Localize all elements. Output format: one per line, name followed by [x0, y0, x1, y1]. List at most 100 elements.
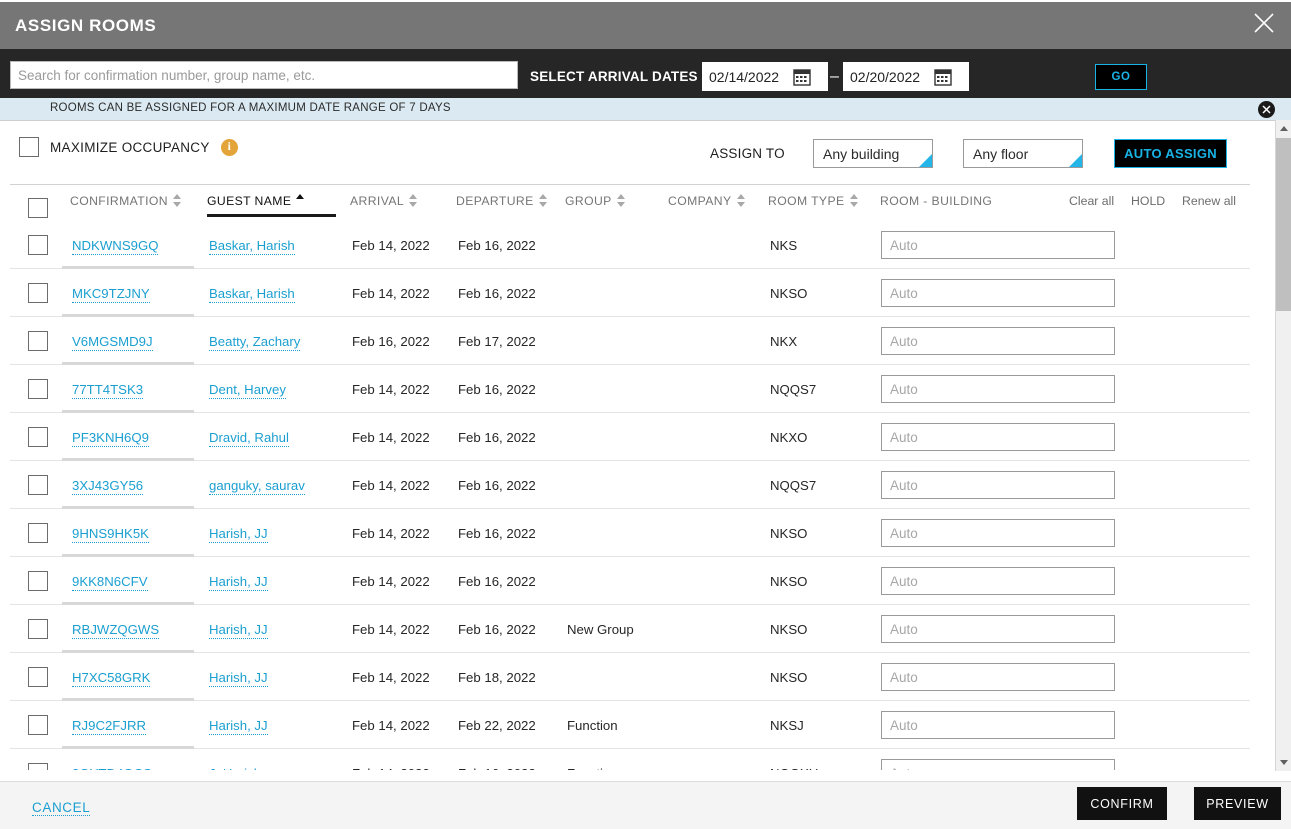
cell-confirmation[interactable]: 3QYTD4GCS	[72, 766, 152, 770]
row-select-checkbox[interactable]	[28, 379, 48, 399]
cell-confirmation[interactable]: MKC9TZJNY	[72, 286, 150, 301]
sort-toggle-icon[interactable]	[409, 194, 417, 207]
cell-confirmation[interactable]: H7XC58GRK	[72, 670, 150, 685]
column-header-departure[interactable]: DEPARTURE	[456, 194, 547, 208]
sort-toggle-icon[interactable]	[539, 194, 547, 207]
floor-select[interactable]: Any floor	[963, 139, 1083, 168]
search-input[interactable]	[10, 61, 518, 89]
cell-confirmation-link[interactable]: 3XJ43GY56	[72, 478, 143, 495]
cancel-button[interactable]: CANCEL	[32, 800, 90, 816]
cell-confirmation-link[interactable]: NDKWNS9GQ	[72, 238, 158, 255]
cell-guest-name[interactable]: Dent, Harvey	[209, 382, 286, 397]
cell-confirmation[interactable]: 77TT4TSK3	[72, 382, 143, 397]
scroll-down-arrow-icon[interactable]	[1276, 754, 1291, 771]
room-building-input[interactable]	[881, 711, 1115, 739]
cell-guest-name[interactable]: J, Harish	[209, 766, 261, 770]
cell-guest-name-link[interactable]: ganguky, saurav	[209, 478, 305, 495]
select-all-checkbox[interactable]	[28, 198, 48, 218]
room-building-input[interactable]	[881, 375, 1115, 403]
cell-guest-name[interactable]: Harish, JJ	[209, 670, 268, 685]
cell-guest-name[interactable]: Baskar, Harish	[209, 286, 295, 301]
room-building-input[interactable]	[881, 327, 1115, 355]
cell-confirmation-link[interactable]: V6MGSMD9J	[72, 334, 153, 351]
row-select-checkbox[interactable]	[28, 331, 48, 351]
cell-guest-name-link[interactable]: J, Harish	[209, 766, 261, 770]
cell-confirmation[interactable]: RJ9C2FJRR	[72, 718, 146, 733]
room-building-input[interactable]	[881, 567, 1115, 595]
cell-guest-name-link[interactable]: Harish, JJ	[209, 574, 268, 591]
room-building-input[interactable]	[881, 471, 1115, 499]
info-icon[interactable]: i	[221, 139, 238, 156]
sort-toggle-icon[interactable]	[617, 194, 625, 207]
row-select-checkbox[interactable]	[28, 427, 48, 447]
scrollbar-thumb[interactable]	[1276, 138, 1291, 311]
cell-guest-name-link[interactable]: Baskar, Harish	[209, 238, 295, 255]
cell-guest-name[interactable]: Harish, JJ	[209, 574, 268, 589]
row-select-checkbox[interactable]	[28, 619, 48, 639]
sort-toggle-icon[interactable]	[173, 194, 181, 207]
auto-assign-button[interactable]: AUTO ASSIGN	[1114, 139, 1227, 168]
cell-guest-name[interactable]: Harish, JJ	[209, 526, 268, 541]
room-building-input[interactable]	[881, 663, 1115, 691]
cell-guest-name[interactable]: ganguky, saurav	[209, 478, 305, 493]
cell-confirmation-link[interactable]: 9HNS9HK5K	[72, 526, 149, 543]
cell-confirmation[interactable]: 3XJ43GY56	[72, 478, 143, 493]
cell-confirmation[interactable]: V6MGSMD9J	[72, 334, 153, 349]
vertical-scrollbar[interactable]	[1275, 120, 1291, 771]
row-select-checkbox[interactable]	[28, 763, 48, 770]
room-building-input[interactable]	[881, 759, 1115, 770]
confirm-button[interactable]: CONFIRM	[1077, 787, 1167, 820]
column-header-group[interactable]: GROUP	[565, 194, 625, 208]
row-select-checkbox[interactable]	[28, 283, 48, 303]
cell-guest-name-link[interactable]: Harish, JJ	[209, 718, 268, 735]
cell-confirmation-link[interactable]: 3QYTD4GCS	[72, 766, 152, 770]
row-select-checkbox[interactable]	[28, 667, 48, 687]
notice-close-icon[interactable]	[1258, 101, 1275, 118]
cell-guest-name-link[interactable]: Harish, JJ	[209, 622, 268, 639]
cell-confirmation-link[interactable]: RBJWZQGWS	[72, 622, 159, 639]
cell-confirmation-link[interactable]: PF3KNH6Q9	[72, 430, 149, 447]
calendar-icon[interactable]	[793, 68, 811, 86]
header-action-clear-all[interactable]: Clear all	[1069, 194, 1114, 208]
room-building-input[interactable]	[881, 615, 1115, 643]
scroll-up-arrow-icon[interactable]	[1276, 120, 1291, 137]
header-action-renew-all[interactable]: Renew all	[1182, 194, 1236, 208]
cell-confirmation[interactable]: 9HNS9HK5K	[72, 526, 149, 541]
cell-guest-name-link[interactable]: Dent, Harvey	[209, 382, 286, 399]
column-header-confirmation[interactable]: CONFIRMATION	[70, 194, 181, 208]
cell-confirmation[interactable]: NDKWNS9GQ	[72, 238, 158, 253]
cell-guest-name[interactable]: Harish, JJ	[209, 622, 268, 637]
room-building-input[interactable]	[881, 231, 1115, 259]
cell-confirmation[interactable]: 9KK8N6CFV	[72, 574, 148, 589]
cell-confirmation-link[interactable]: RJ9C2FJRR	[72, 718, 146, 735]
column-header-arrival[interactable]: ARRIVAL	[350, 194, 417, 208]
header-action-hold[interactable]: HOLD	[1131, 194, 1165, 208]
cell-guest-name[interactable]: Harish, JJ	[209, 718, 268, 733]
cell-guest-name[interactable]: Baskar, Harish	[209, 238, 295, 253]
row-select-checkbox[interactable]	[28, 571, 48, 591]
row-select-checkbox[interactable]	[28, 235, 48, 255]
room-building-input[interactable]	[881, 423, 1115, 451]
building-select[interactable]: Any building	[813, 139, 933, 168]
column-header-room-building[interactable]: ROOM - BUILDING	[880, 194, 992, 208]
arrival-date-from-field[interactable]	[702, 62, 828, 91]
maximize-occupancy-control[interactable]: MAXIMIZE OCCUPANCY i	[19, 137, 238, 157]
cell-guest-name-link[interactable]: Harish, JJ	[209, 526, 268, 543]
sort-ascending-icon[interactable]	[296, 194, 304, 207]
cell-confirmation[interactable]: PF3KNH6Q9	[72, 430, 149, 445]
calendar-icon[interactable]	[934, 68, 952, 86]
row-select-checkbox[interactable]	[28, 523, 48, 543]
cell-confirmation-link[interactable]: MKC9TZJNY	[72, 286, 150, 303]
column-header-guest-name[interactable]: GUEST NAME	[207, 194, 304, 208]
cell-confirmation[interactable]: RBJWZQGWS	[72, 622, 159, 637]
cell-confirmation-link[interactable]: 9KK8N6CFV	[72, 574, 148, 591]
go-button[interactable]: GO	[1095, 64, 1147, 90]
cell-confirmation-link[interactable]: 77TT4TSK3	[72, 382, 143, 399]
cell-confirmation-link[interactable]: H7XC58GRK	[72, 670, 150, 687]
column-header-room-type[interactable]: ROOM TYPE	[768, 194, 858, 208]
cell-guest-name[interactable]: Beatty, Zachary	[209, 334, 300, 349]
cell-guest-name-link[interactable]: Harish, JJ	[209, 670, 268, 687]
arrival-date-to-input[interactable]	[844, 64, 932, 89]
sort-toggle-icon[interactable]	[850, 194, 858, 207]
row-select-checkbox[interactable]	[28, 715, 48, 735]
